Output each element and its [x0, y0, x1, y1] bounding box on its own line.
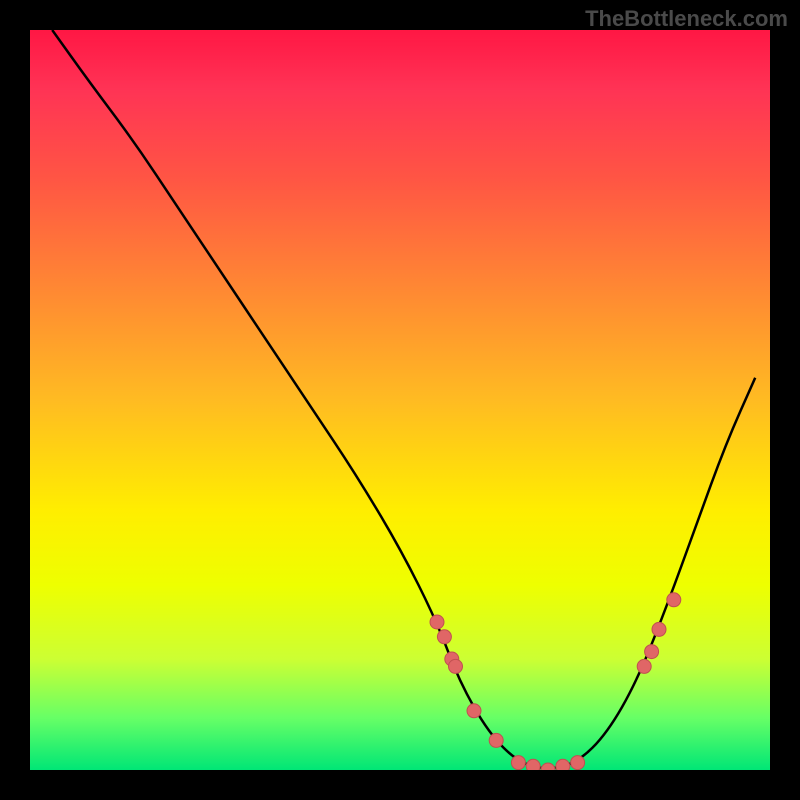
highlight-dot	[637, 659, 651, 673]
highlight-dot	[556, 759, 570, 770]
chart-svg	[30, 30, 770, 770]
highlight-dot	[571, 756, 585, 770]
highlight-dot	[526, 759, 540, 770]
plot-area	[30, 30, 770, 770]
highlight-dot	[667, 593, 681, 607]
highlight-dot	[449, 659, 463, 673]
highlight-dots-group	[430, 593, 681, 770]
highlight-dot	[541, 763, 555, 770]
highlight-dot	[489, 733, 503, 747]
highlight-dot	[645, 645, 659, 659]
highlight-dot	[652, 622, 666, 636]
highlight-dot	[467, 704, 481, 718]
highlight-dot	[430, 615, 444, 629]
highlight-dot	[511, 756, 525, 770]
watermark-text: TheBottleneck.com	[585, 6, 788, 32]
highlight-dot	[437, 630, 451, 644]
